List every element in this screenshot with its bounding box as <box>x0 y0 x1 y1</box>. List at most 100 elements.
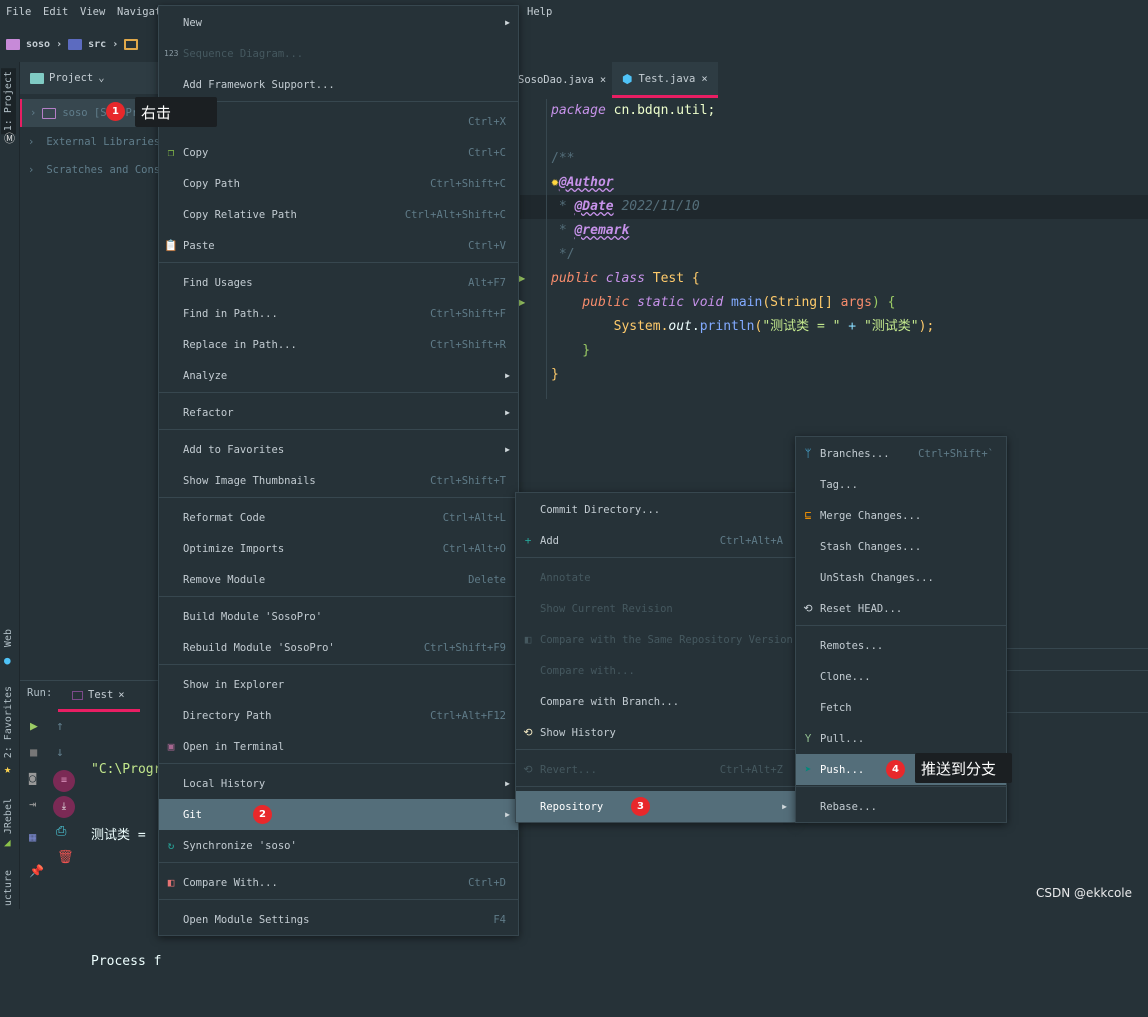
menu-item-repository[interactable]: Repository ▶ 3 <box>516 791 795 822</box>
menu-item-remove-module[interactable]: Remove Module Delete <box>159 564 518 595</box>
project-panel-header[interactable]: Project ⌄ <box>20 62 160 94</box>
trash-icon[interactable]: 🗑 <box>57 850 74 865</box>
menu-item-commit-directory[interactable]: Commit Directory... <box>516 494 795 525</box>
close-icon[interactable]: × <box>701 73 707 85</box>
scroll-to-end-icon[interactable]: ⤓ <box>53 796 75 818</box>
breadcrumb-project[interactable]: soso <box>26 39 50 50</box>
menu-item-build-module-sosopro[interactable]: Build Module 'SosoPro' <box>159 601 518 632</box>
menu-item-branches[interactable]: ᛘ Branches... Ctrl+Shift+` <box>796 438 1006 469</box>
menu-item-local-history[interactable]: Local History ▶ <box>159 768 518 799</box>
lightbulb-icon[interactable]: ✹ <box>551 175 559 190</box>
close-icon[interactable]: × <box>600 74 606 86</box>
project-view-selector[interactable]: Project <box>49 72 93 84</box>
pin-icon[interactable]: 📌 <box>29 864 44 878</box>
code-editor[interactable]: package cn.bdqn.util; /** ✹@Author * @Da… <box>520 99 1148 387</box>
menu-item-compare-with-branch[interactable]: Compare with Branch... <box>516 686 795 717</box>
menu-navigate[interactable]: Navigat <box>117 6 161 18</box>
chevron-right-icon: › <box>112 38 119 50</box>
run-tab-test[interactable]: Test × <box>58 681 140 712</box>
tree-row-external-libraries[interactable]: › External Libraries <box>20 128 160 156</box>
project-folder-icon <box>6 38 20 50</box>
menu-item-add-framework-support[interactable]: Add Framework Support... <box>159 69 518 100</box>
rerun-icon[interactable]: ▶ <box>30 719 38 734</box>
menu-item-tag[interactable]: Tag... <box>796 469 1006 500</box>
menu-item-synchronize-soso[interactable]: ↻ Synchronize 'soso' <box>159 830 518 861</box>
menu-item-open-in-terminal[interactable]: ▣ Open in Terminal <box>159 731 518 762</box>
menu-item-git[interactable]: Git ▶ 2 <box>159 799 518 830</box>
menu-item-copy-path[interactable]: Copy Path Ctrl+Shift+C <box>159 168 518 199</box>
menu-item-compare-with[interactable]: ◧ Compare With... Ctrl+D <box>159 867 518 898</box>
favorites-tool-tab[interactable]: 2: Favorites <box>3 686 14 758</box>
menu-item-reset-head[interactable]: ⟲ Reset HEAD... <box>796 593 1006 624</box>
menu-separator <box>159 664 518 668</box>
menu-item-add[interactable]: + Add Ctrl+Alt+A <box>516 525 795 556</box>
chevron-right-icon[interactable]: › <box>30 107 36 119</box>
menu-item-reformat-code[interactable]: Reformat Code Ctrl+Alt+L <box>159 502 518 533</box>
chevron-right-icon: › <box>56 38 63 50</box>
menu-item-copy-relative-path[interactable]: Copy Relative Path Ctrl+Alt+Shift+C <box>159 199 518 230</box>
close-icon[interactable]: × <box>118 689 124 701</box>
menu-edit[interactable]: Edit <box>43 6 68 18</box>
soft-wrap-icon[interactable]: ≡ <box>53 770 75 792</box>
project-tool-tab[interactable]: 1: Project <box>1 68 16 135</box>
print-icon[interactable]: ⎙ <box>56 824 66 839</box>
layout-icon[interactable]: ▦ <box>29 830 36 844</box>
arrow-up-icon[interactable]: ↑ <box>56 719 64 734</box>
menu-item-paste[interactable]: 📋 Paste Ctrl+V <box>159 230 518 261</box>
web-tool-tab[interactable]: Web <box>3 629 14 647</box>
code-token: public <box>551 295 630 310</box>
menu-item-revert[interactable]: ⟲ Revert... Ctrl+Alt+Z <box>516 754 795 785</box>
tab-test-java[interactable]: ⬢ Test.java × <box>612 62 718 98</box>
menu-item-refactor[interactable]: Refactor ▶ <box>159 397 518 428</box>
context-menu: New ▶ 123 Sequence Diagram... Add Framework … <box>158 5 519 936</box>
menu-help[interactable]: Help <box>527 6 552 18</box>
maven-icon[interactable]: Ⓜ <box>4 130 15 146</box>
menu-item-label: Analyze <box>183 369 228 382</box>
menu-item-fetch[interactable]: Fetch <box>796 692 1006 723</box>
menu-item-copy[interactable]: ❐ Copy Ctrl+C <box>159 137 518 168</box>
tree-row-scratches[interactable]: › Scratches and Consoles <box>20 156 160 184</box>
menu-item-stash-changes[interactable]: Stash Changes... <box>796 531 1006 562</box>
stop-icon[interactable]: ■ <box>30 745 37 759</box>
menu-file[interactable]: File <box>6 6 31 18</box>
menu-view[interactable]: View <box>80 6 105 18</box>
menu-item-remotes[interactable]: Remotes... <box>796 630 1006 661</box>
menu-item-compare-with[interactable]: Compare with... <box>516 655 795 686</box>
menu-item-find-usages[interactable]: Find Usages Alt+F7 <box>159 267 518 298</box>
menu-item-analyze[interactable]: Analyze ▶ <box>159 360 518 391</box>
menu-item-sequence-diagram[interactable]: 123 Sequence Diagram... <box>159 38 518 69</box>
menu-item-show-current-revision[interactable]: Show Current Revision <box>516 593 795 624</box>
structure-tool-tab[interactable]: ucture <box>3 870 14 906</box>
globe-icon: ● <box>4 654 11 667</box>
menu-item-pull[interactable]: Y Pull... <box>796 723 1006 754</box>
menu-item-annotate[interactable]: Annotate <box>516 562 795 593</box>
menu-item-show-image-thumbnails[interactable]: Show Image Thumbnails Ctrl+Shift+T <box>159 465 518 496</box>
revert-icon: ⟲ <box>523 763 533 776</box>
divider <box>1007 670 1148 671</box>
jrebel-tool-tab[interactable]: JRebel <box>3 798 14 834</box>
menu-item-compare-with-the-same-repository-version[interactable]: ◧ Compare with the Same Repository Versio… <box>516 624 795 655</box>
chevron-right-icon[interactable]: › <box>28 164 34 176</box>
console-output[interactable]: "C:\Progr 测试类 = Process f <box>91 715 161 1017</box>
chevron-right-icon[interactable]: › <box>28 136 34 148</box>
menu-item-unstash-changes[interactable]: UnStash Changes... <box>796 562 1006 593</box>
tab-sosodao[interactable]: SosoDao.java × <box>518 62 610 98</box>
menu-item-clone[interactable]: Clone... <box>796 661 1006 692</box>
package-folder-icon[interactable] <box>124 38 139 50</box>
menu-item-rebuild-module-sosopro[interactable]: Rebuild Module 'SosoPro' Ctrl+Shift+F9 <box>159 632 518 663</box>
menu-item-replace-in-path[interactable]: Replace in Path... Ctrl+Shift+R <box>159 329 518 360</box>
breadcrumb-src[interactable]: src <box>88 39 106 50</box>
arrow-down-icon[interactable]: ↓ <box>56 745 64 760</box>
menu-item-optimize-imports[interactable]: Optimize Imports Ctrl+Alt+O <box>159 533 518 564</box>
menu-item-merge-changes[interactable]: ⊑ Merge Changes... <box>796 500 1006 531</box>
menu-item-rebase[interactable]: Rebase... <box>796 791 1006 822</box>
menu-item-add-to-favorites[interactable]: Add to Favorites ▶ <box>159 434 518 465</box>
shortcut-label: F4 <box>493 913 506 926</box>
menu-item-show-history[interactable]: ⟲ Show History <box>516 717 795 748</box>
menu-item-find-in-path[interactable]: Find in Path... Ctrl+Shift+F <box>159 298 518 329</box>
menu-item-directory-path[interactable]: Directory Path Ctrl+Alt+F12 <box>159 700 518 731</box>
camera-icon[interactable]: ◙ <box>29 771 36 785</box>
menu-item-show-in-explorer[interactable]: Show in Explorer <box>159 669 518 700</box>
menu-item-new[interactable]: New ▶ <box>159 7 518 38</box>
exit-icon[interactable]: ⇥ <box>29 797 36 811</box>
